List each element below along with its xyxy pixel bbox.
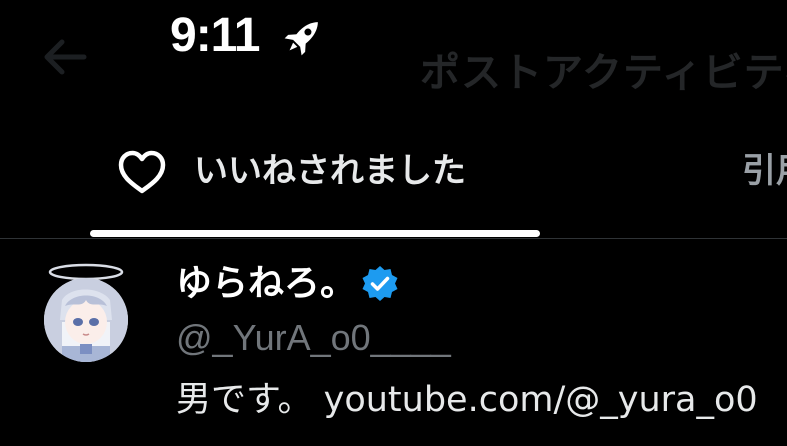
user-list-item[interactable]: ゆらねろ。 @_YurA_o0____ 男です。 youtube.com/@_y… [0,242,787,446]
tab-active-indicator [90,230,540,237]
verified-badge-icon [360,264,400,304]
tab-quotes-label: 引用 [742,151,787,191]
tab-quotes[interactable]: 引用 [740,128,787,238]
user-handle: @_YurA_o0____ [176,317,451,358]
tab-liked[interactable]: いいねされました [90,128,540,238]
tab-liked-label: いいねされました [194,151,466,191]
avatar[interactable] [40,262,132,366]
tab-bar: いいねされました 引用 [0,128,787,239]
heart-outline-icon [116,148,168,196]
nav-header: ポストアクティビティ [0,20,787,110]
page-title: ポストアクティビティ [420,50,787,96]
user-bio: 男です。 youtube.com/@_yura_o0 [176,380,758,420]
back-arrow-icon[interactable] [40,34,90,80]
user-display-name[interactable]: ゆらねろ。 [176,260,356,308]
